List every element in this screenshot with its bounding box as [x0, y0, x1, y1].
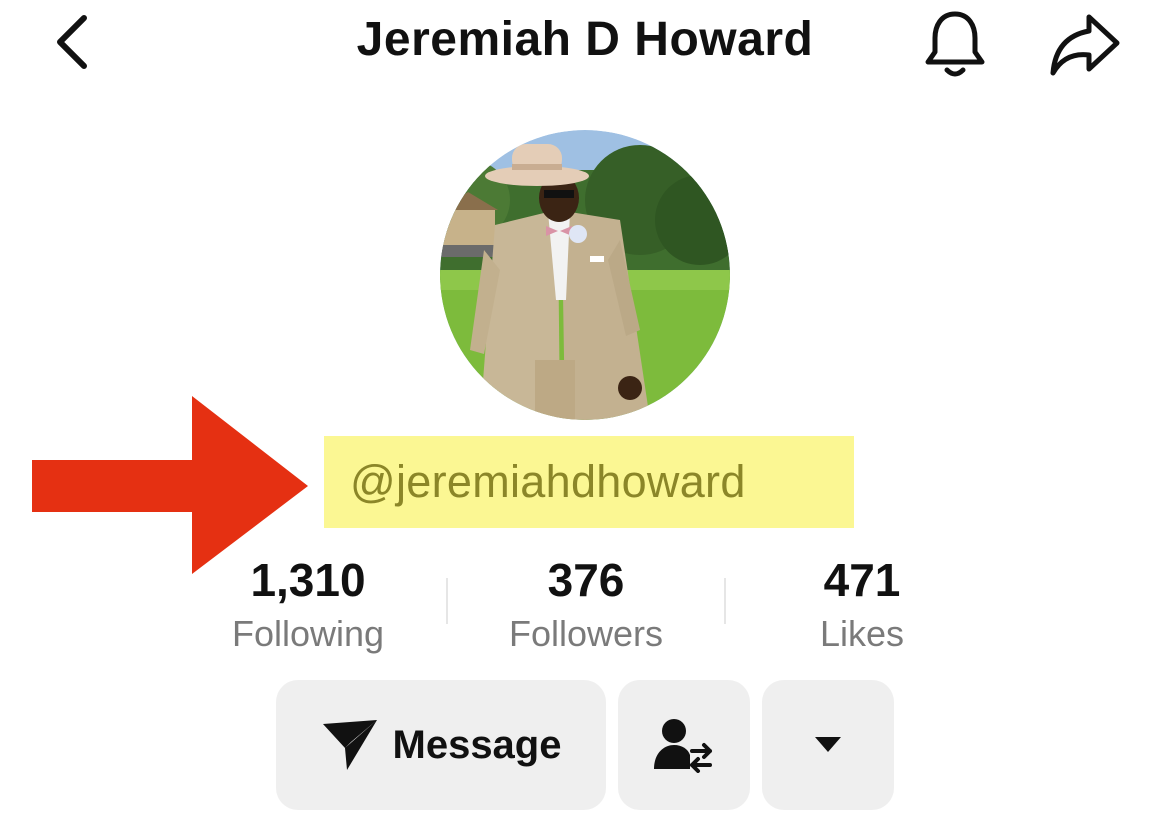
- username-highlight: @jeremiahdhoward: [324, 436, 854, 528]
- following-label: Following: [231, 613, 385, 654]
- top-bar: Jeremiah D Howard: [0, 0, 1170, 90]
- share-arrow-icon: [1050, 14, 1120, 76]
- stat-likes[interactable]: 471 Likes: [724, 552, 1000, 660]
- following-count: 1,310: [250, 554, 366, 606]
- user-swap-icon: [654, 719, 712, 773]
- send-icon: [322, 720, 377, 770]
- more-options-button[interactable]: [762, 680, 894, 810]
- stat-following[interactable]: 1,310 Following: [170, 552, 446, 660]
- follow-status-button[interactable]: [618, 680, 750, 810]
- username[interactable]: @jeremiahdhoward: [350, 456, 746, 508]
- message-label: Message: [392, 722, 562, 767]
- share-button[interactable]: [1045, 8, 1125, 80]
- profile-avatar[interactable]: [440, 130, 730, 420]
- notifications-button[interactable]: [920, 8, 990, 80]
- profile-stats: 1,310 Following 376 Followers 471 Likes: [170, 552, 1000, 662]
- annotation-arrow-icon: [32, 396, 308, 574]
- message-button[interactable]: Message: [276, 680, 606, 810]
- followers-label: Followers: [508, 613, 664, 654]
- stat-followers[interactable]: 376 Followers: [448, 552, 724, 660]
- caret-down-icon: [815, 737, 841, 752]
- likes-label: Likes: [819, 613, 905, 654]
- page-title: Jeremiah D Howard: [356, 13, 814, 66]
- followers-count: 376: [547, 554, 625, 606]
- bell-icon: [925, 11, 985, 77]
- likes-count: 471: [823, 554, 901, 606]
- profile-photo: [440, 130, 730, 420]
